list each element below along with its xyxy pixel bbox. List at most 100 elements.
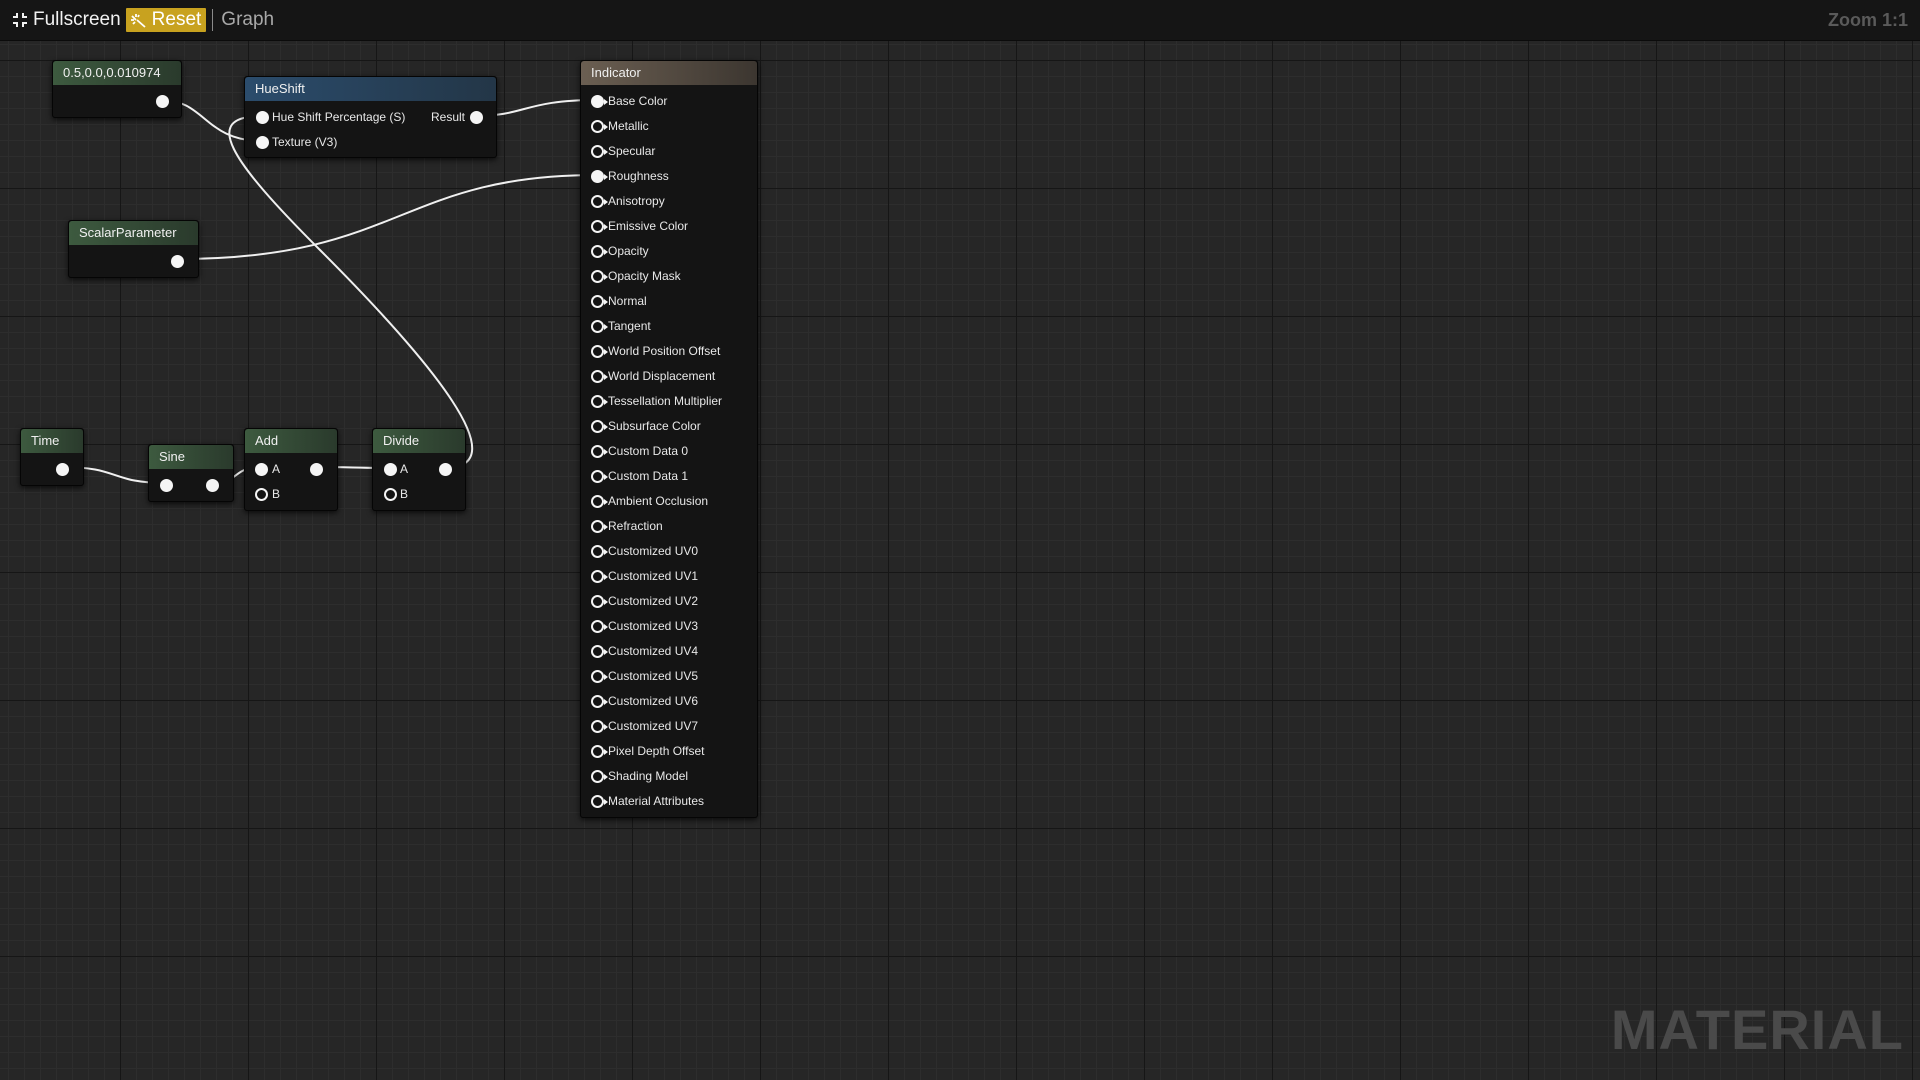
indicator-pin-label: Roughness xyxy=(608,169,669,183)
indicator-pin[interactable] xyxy=(591,245,604,258)
graph-label: Graph xyxy=(221,9,275,30)
indicator-pin-label: Opacity Mask xyxy=(608,269,681,283)
indicator-pin[interactable] xyxy=(591,645,604,658)
indicator-pin-label: World Position Offset xyxy=(608,344,721,358)
fullscreen-button[interactable]: Fullscreen xyxy=(8,8,125,32)
indicator-pin-label: Emissive Color xyxy=(608,219,689,233)
indicator-pin-label: Tessellation Multiplier xyxy=(608,394,723,408)
connection-wires xyxy=(61,99,598,484)
indicator-pin-label: Refraction xyxy=(608,519,663,533)
material-watermark: MATERIAL xyxy=(1610,998,1904,1061)
indicator-pin[interactable] xyxy=(591,595,604,608)
indicator-pin-label: Customized UV3 xyxy=(608,619,699,633)
indicator-pin[interactable] xyxy=(591,520,604,533)
indicator-pin-label: Customized UV6 xyxy=(608,694,699,708)
time-node-title: Time xyxy=(21,429,83,453)
indicator-pin-label: Material Attributes xyxy=(608,794,705,808)
divide-input-b-pin[interactable] xyxy=(384,488,397,501)
add-output-pin[interactable] xyxy=(310,463,323,476)
divide-output-pin[interactable] xyxy=(439,463,452,476)
indicator-pin-label: Specular xyxy=(608,144,656,158)
add-input-b-pin[interactable] xyxy=(255,488,268,501)
indicator-pin[interactable] xyxy=(591,620,604,633)
hueshift-node[interactable]: HueShift Hue Shift Percentage (S) Textur… xyxy=(244,76,497,158)
hueshift-result-label: Result xyxy=(431,110,466,124)
divide-input-b-label: B xyxy=(400,487,409,501)
indicator-pin[interactable] xyxy=(591,495,604,508)
fullscreen-label: Fullscreen xyxy=(33,9,121,30)
indicator-pin[interactable] xyxy=(591,545,604,558)
indicator-pin[interactable] xyxy=(591,320,604,333)
scalar-parameter-node[interactable]: ScalarParameter xyxy=(68,220,199,278)
indicator-pin[interactable] xyxy=(591,95,604,108)
indicator-pin-label: Ambient Occlusion xyxy=(608,494,709,508)
indicator-pin[interactable] xyxy=(591,195,604,208)
sine-node-title: Sine xyxy=(149,445,233,469)
indicator-pin-label: Anisotropy xyxy=(608,194,665,208)
indicator-pin[interactable] xyxy=(591,370,604,383)
indicator-pin-label: Shading Model xyxy=(608,769,689,783)
hueshift-percentage-label: Hue Shift Percentage (S) xyxy=(272,110,406,124)
indicator-pin[interactable] xyxy=(591,770,604,783)
indicator-pin[interactable] xyxy=(591,420,604,433)
divide-input-a-pin[interactable] xyxy=(384,463,397,476)
add-input-b-label: B xyxy=(272,487,281,501)
divide-input-a-label: A xyxy=(400,462,409,476)
wire-scalar-to-roughness xyxy=(177,174,598,260)
indicator-pin-label: Custom Data 1 xyxy=(608,469,689,483)
add-node[interactable]: Add A B xyxy=(244,428,338,511)
zoom-indicator: Zoom 1:1 xyxy=(1827,10,1908,30)
constant-output-pin[interactable] xyxy=(156,95,169,108)
indicator-pin[interactable] xyxy=(591,220,604,233)
indicator-pin[interactable] xyxy=(591,170,604,183)
constant-node-title: 0.5,0.0,0.010974 xyxy=(53,61,181,85)
indicator-pin-label: Customized UV1 xyxy=(608,569,699,583)
indicator-pin[interactable] xyxy=(591,695,604,708)
add-input-a-pin[interactable] xyxy=(255,463,268,476)
indicator-pin[interactable] xyxy=(591,470,604,483)
hueshift-node-title: HueShift xyxy=(245,77,496,101)
sine-input-pin[interactable] xyxy=(160,479,173,492)
indicator-pin[interactable] xyxy=(591,745,604,758)
scalar-output-pin[interactable] xyxy=(171,255,184,268)
indicator-pin[interactable] xyxy=(591,270,604,283)
indicator-node[interactable]: Indicator Base Color Metallic Specular Roug… xyxy=(580,60,758,818)
indicator-pin-label: World Displacement xyxy=(608,369,716,383)
indicator-pin-label: Normal xyxy=(608,294,647,308)
hueshift-result-pin[interactable] xyxy=(470,111,483,124)
indicator-pin-label: Customized UV4 xyxy=(608,644,699,658)
hueshift-texture-pin[interactable] xyxy=(256,136,269,149)
indicator-pin-label: Base Color xyxy=(608,94,668,108)
toolbar: Fullscreen Reset Graph xyxy=(0,0,1920,41)
indicator-pin[interactable] xyxy=(591,145,604,158)
indicator-pin-label: Customized UV2 xyxy=(608,594,699,608)
indicator-pin-label: Custom Data 0 xyxy=(608,444,689,458)
toolbar-separator xyxy=(212,9,214,31)
indicator-pin[interactable] xyxy=(591,670,604,683)
indicator-pin[interactable] xyxy=(591,395,604,408)
indicator-pin-label: Pixel Depth Offset xyxy=(608,744,705,758)
indicator-pin[interactable] xyxy=(591,445,604,458)
indicator-pin-label: Customized UV7 xyxy=(608,719,699,733)
time-node[interactable]: Time xyxy=(20,428,84,486)
indicator-pin-label: Opacity xyxy=(608,244,649,258)
indicator-pin-label: Customized UV0 xyxy=(608,544,699,558)
indicator-pin[interactable] xyxy=(591,720,604,733)
add-input-a-label: A xyxy=(272,462,281,476)
reset-label: Reset xyxy=(151,9,202,30)
hueshift-percentage-pin[interactable] xyxy=(256,111,269,124)
divide-node-title: Divide xyxy=(373,429,465,453)
sine-node[interactable]: Sine xyxy=(148,444,234,502)
time-output-pin[interactable] xyxy=(56,463,69,476)
reset-button[interactable]: Reset xyxy=(125,8,207,32)
indicator-pin[interactable] xyxy=(591,795,604,808)
sine-output-pin[interactable] xyxy=(206,479,219,492)
indicator-pin[interactable] xyxy=(591,570,604,583)
indicator-pin[interactable] xyxy=(591,120,604,133)
scalar-parameter-title: ScalarParameter xyxy=(69,221,198,245)
constant-node[interactable]: 0.5,0.0,0.010974 xyxy=(52,60,182,118)
indicator-pin[interactable] xyxy=(591,295,604,308)
divide-node[interactable]: Divide A B xyxy=(372,428,466,511)
add-node-title: Add xyxy=(245,429,337,453)
indicator-pin[interactable] xyxy=(591,345,604,358)
